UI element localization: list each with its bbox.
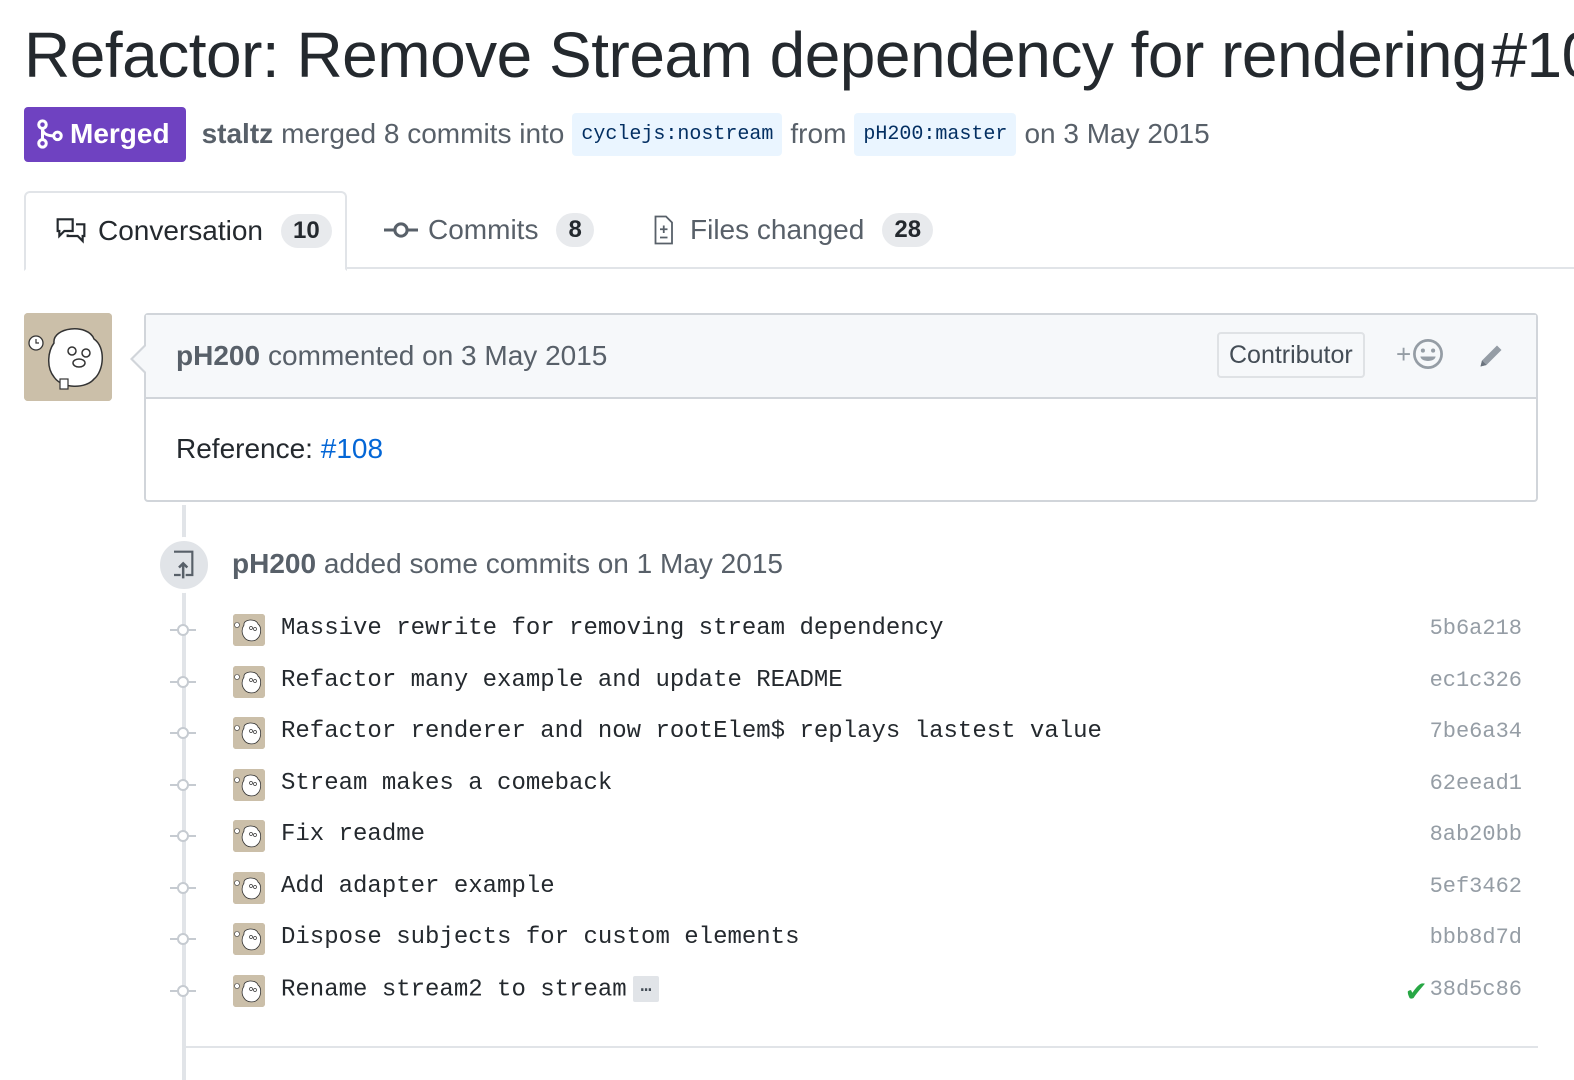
- plus-icon: +: [1396, 338, 1412, 369]
- commit-sha[interactable]: 38d5c86: [1430, 977, 1522, 1002]
- reference-label: Reference:: [176, 433, 313, 464]
- avatar[interactable]: [24, 313, 112, 401]
- git-commit-icon: [170, 830, 196, 842]
- avatar[interactable]: [233, 923, 265, 955]
- comment-author[interactable]: pH200: [176, 340, 260, 372]
- tab-counter: 8: [556, 213, 594, 247]
- tab-counter: 28: [882, 213, 934, 247]
- git-commit-icon: [170, 675, 196, 688]
- merger-link[interactable]: staltz: [202, 118, 274, 150]
- avatar[interactable]: [233, 717, 265, 749]
- commit-message[interactable]: Fix readme: [281, 821, 425, 848]
- commit-sha[interactable]: bbb8d7d: [1430, 925, 1522, 950]
- repo-push-icon: [174, 550, 194, 579]
- pr-title: Refactor: Remove Stream dependency for r…: [24, 19, 1488, 91]
- merged-text: merged 8 commits into: [281, 118, 565, 149]
- event-author[interactable]: pH200: [232, 548, 316, 579]
- git-commit-icon: [170, 984, 196, 997]
- state-label: Merged: [70, 118, 170, 149]
- avatar[interactable]: [233, 768, 265, 801]
- commit-message[interactable]: Refactor renderer and now rootElem$ repl…: [281, 718, 1102, 745]
- pr-tabs: Conversation 10 Commits 8 Files changed …: [24, 191, 1574, 271]
- git-commit-icon: [384, 222, 418, 238]
- commit-row: Massive rewrite for removing stream depe…: [160, 604, 1540, 656]
- head-branch[interactable]: pH200:master: [854, 112, 1017, 156]
- merge-date: on 3 May 2015: [1024, 118, 1210, 149]
- pencil-icon: [1480, 345, 1502, 367]
- commit-row: Refactor many example and update README …: [160, 656, 1540, 708]
- comment-box: pH200 commented on 3 May 2015 Contributo…: [130, 313, 1538, 502]
- tab-label: Files changed: [690, 214, 865, 245]
- event-badge: [156, 537, 212, 593]
- merge-summary: staltz merged 8 commits into cyclejs:nos…: [202, 112, 1210, 156]
- pr-meta: Merged staltz merged 8 commits into cycl…: [24, 106, 1210, 162]
- event-description: added some commits on 1 May 2015: [323, 548, 783, 579]
- commit-row: Fix readme 8ab20bb: [160, 810, 1540, 862]
- commit-message[interactable]: Dispose subjects for custom elements: [281, 924, 799, 951]
- base-branch[interactable]: cyclejs:nostream: [572, 112, 783, 156]
- avatar[interactable]: [233, 820, 265, 852]
- diff-icon: [654, 215, 673, 245]
- commit-sha[interactable]: 5b6a218: [1430, 616, 1522, 641]
- commit-row: Rename stream2 to stream… ✔ 38d5c86: [160, 965, 1540, 1017]
- commit-row: Add adapter example 5ef3462: [160, 862, 1540, 914]
- pr-title-row: Refactor: Remove Stream dependency for r…: [24, 18, 1574, 92]
- bear-avatar-image: [24, 313, 112, 401]
- smiley-icon: [1413, 339, 1444, 369]
- commit-list: Massive rewrite for removing stream depe…: [160, 604, 1540, 1016]
- commit-sha[interactable]: 5ef3462: [1430, 874, 1522, 899]
- commit-sha[interactable]: 8ab20bb: [1430, 822, 1522, 847]
- comment-timestamp[interactable]: commented on 3 May 2015: [268, 340, 607, 372]
- add-reaction-button[interactable]: +: [1396, 337, 1445, 371]
- git-commit-icon: [170, 933, 196, 945]
- tab-files-changed[interactable]: Files changed 28: [646, 191, 934, 269]
- commit-row: Stream makes a comeback 62eead1: [160, 759, 1540, 811]
- avatar[interactable]: [233, 871, 265, 904]
- tab-conversation[interactable]: Conversation 10: [24, 191, 347, 271]
- commit-message[interactable]: Stream makes a comeback: [281, 770, 612, 797]
- commit-message[interactable]: Massive rewrite for removing stream depe…: [281, 615, 944, 642]
- git-commit-icon: [170, 727, 196, 739]
- commit-row: Dispose subjects for custom elements bbb…: [160, 913, 1540, 965]
- edit-button[interactable]: [1476, 341, 1506, 378]
- avatar[interactable]: [233, 614, 265, 646]
- commits-event: pH200 added some commits on 1 May 2015: [232, 548, 783, 580]
- check-icon[interactable]: ✔: [1405, 975, 1428, 1008]
- contributor-label: Contributor: [1217, 332, 1365, 378]
- tab-counter: 10: [280, 214, 332, 248]
- issue-reference-link[interactable]: #108: [321, 433, 383, 464]
- pr-number: #10: [1491, 19, 1574, 91]
- tab-commits[interactable]: Commits 8: [384, 191, 594, 269]
- git-merge-icon: [37, 119, 63, 149]
- git-commit-icon: [170, 778, 196, 791]
- commit-message[interactable]: Rename stream2 to stream: [281, 976, 627, 1003]
- git-commit-icon: [170, 881, 196, 894]
- commit-row: Refactor renderer and now rootElem$ repl…: [160, 707, 1540, 759]
- commit-message[interactable]: Refactor many example and update README: [281, 667, 843, 694]
- tab-label: Commits: [428, 214, 539, 245]
- from-text: from: [790, 118, 847, 149]
- comment-header: pH200 commented on 3 May 2015 Contributo…: [146, 315, 1536, 399]
- tab-label: Conversation: [98, 215, 263, 246]
- commit-sha[interactable]: 7be6a34: [1430, 719, 1522, 744]
- comment-body: Reference: #108: [146, 399, 1536, 499]
- commit-message-wrap: Rename stream2 to stream…: [281, 975, 660, 1003]
- expand-message-button[interactable]: …: [632, 975, 660, 1002]
- commit-sha[interactable]: 62eead1: [1430, 771, 1522, 796]
- merged-state-badge: Merged: [24, 106, 186, 162]
- comment-discussion-icon: [56, 218, 86, 244]
- commit-message[interactable]: Add adapter example: [281, 873, 555, 900]
- commit-sha[interactable]: ec1c326: [1430, 668, 1522, 693]
- divider: [186, 1046, 1538, 1048]
- avatar[interactable]: [233, 974, 265, 1007]
- avatar[interactable]: [233, 665, 265, 698]
- git-commit-icon: [170, 624, 196, 636]
